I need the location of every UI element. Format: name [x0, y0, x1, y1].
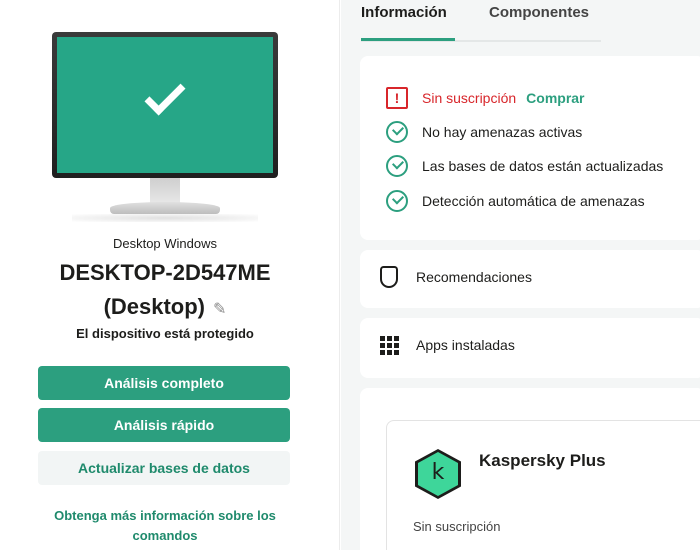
recommendations-label: Recomendaciones [416, 269, 532, 285]
monitor-shadow [72, 214, 258, 222]
product-name: Kaspersky Plus [479, 451, 606, 470]
more-info-link[interactable]: Obtenga más información sobre los comand… [30, 506, 300, 546]
full-scan-button[interactable]: Análisis completo [38, 366, 290, 400]
monitor-base [110, 202, 220, 214]
check-circle-icon [386, 190, 408, 212]
installed-apps-label: Apps instaladas [416, 337, 515, 353]
monitor-screen [57, 37, 273, 173]
monitor-illustration [52, 32, 278, 222]
edit-pencil-icon[interactable]: ✎ [213, 293, 226, 327]
alert-icon: ! [386, 87, 408, 109]
tab-information[interactable]: Información [361, 4, 447, 21]
quick-scan-button[interactable]: Análisis rápido [38, 408, 290, 442]
recommendations-card[interactable]: Recomendaciones [360, 250, 700, 308]
tab-bar: Información Componentes [361, 0, 601, 42]
status-item-text: No hay amenazas activas [422, 124, 583, 140]
device-type: Desktop Windows [112, 236, 218, 251]
device-name-line1: DESKTOP-2D547ME [59, 260, 271, 285]
status-card: ! Sin suscripción Comprar No hay amenazas… [360, 56, 700, 240]
device-panel: Desktop Windows DESKTOP-2D547ME (Desktop… [0, 0, 340, 550]
device-status: El dispositivo está protegido [76, 326, 254, 341]
device-name: DESKTOP-2D547ME (Desktop) ✎ [0, 256, 330, 327]
product-card[interactable]: k Kaspersky Plus Sin suscripción [386, 420, 700, 550]
installed-apps-card[interactable]: Apps instaladas [360, 318, 700, 378]
device-name-line2-wrap: (Desktop) ✎ [0, 290, 330, 327]
product-subscription: Sin suscripción [413, 519, 501, 534]
update-databases-button[interactable]: Actualizar bases de datos [38, 451, 290, 485]
check-circle-icon [386, 155, 408, 177]
buy-link[interactable]: Comprar [526, 90, 584, 106]
subscription-status: Sin suscripción [422, 90, 517, 106]
subscription-row-text: Sin suscripción Comprar [422, 86, 585, 110]
monitor-frame [52, 32, 278, 178]
apps-grid-icon [380, 336, 400, 360]
shield-icon [380, 266, 400, 290]
status-item-text: Detección automática de amenazas [422, 193, 645, 209]
device-name-line2: (Desktop) [103, 294, 206, 319]
check-circle-icon [386, 121, 408, 143]
tab-components[interactable]: Componentes [489, 4, 589, 21]
status-item-text: Las bases de datos están actualizadas [422, 158, 664, 174]
kaspersky-logo-letter: k [418, 452, 458, 496]
check-icon [144, 74, 186, 116]
monitor-stand [150, 178, 180, 204]
kaspersky-logo-icon: k [415, 449, 461, 499]
active-tab-indicator [361, 38, 455, 41]
